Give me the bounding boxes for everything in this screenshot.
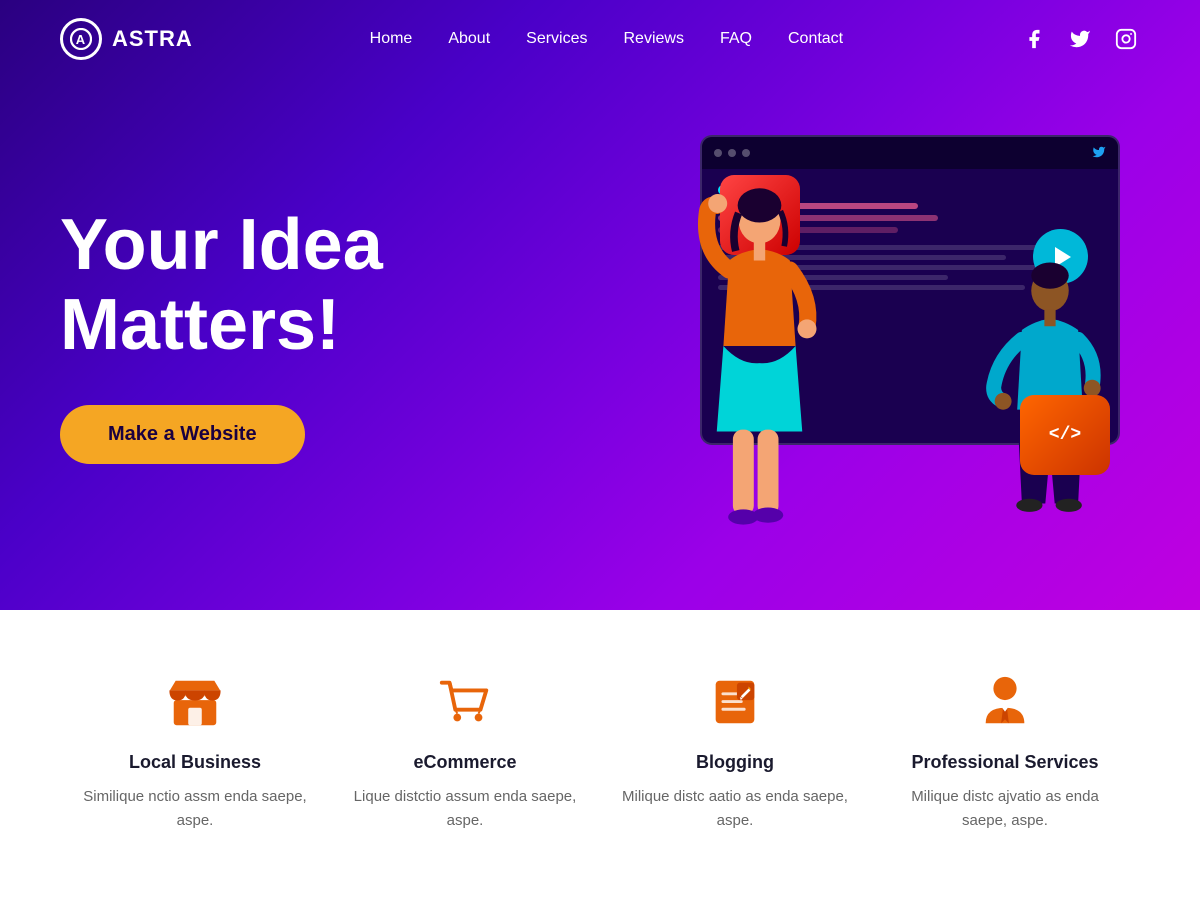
hero-content: Your Idea Matters! Make a Website	[60, 146, 600, 463]
service-desc-blogging: Milique distc aatio as enda saepe, aspe.	[620, 785, 850, 833]
logo-icon: A	[60, 18, 102, 60]
service-title-local: Local Business	[129, 752, 261, 773]
nav-about[interactable]: About	[448, 30, 490, 48]
social-links	[1020, 25, 1140, 53]
service-title-ecommerce: eCommerce	[413, 752, 516, 773]
services-section: Local Business Similique nctio assm enda…	[0, 610, 1200, 903]
service-blogging: Blogging Milique distc aatio as enda sae…	[600, 670, 870, 833]
browser-dot-1	[714, 149, 722, 157]
service-desc-local: Similique nctio assm enda saepe, aspe.	[80, 785, 310, 833]
service-desc-ecommerce: Lique distctio assum enda saepe, aspe.	[350, 785, 580, 833]
nav-home[interactable]: Home	[370, 30, 413, 48]
service-title-professional: Professional Services	[911, 752, 1098, 773]
main-nav: Home About Services Reviews FAQ Contact	[370, 30, 843, 48]
facebook-icon[interactable]	[1020, 25, 1048, 53]
header: A ASTRA Home About Services Reviews FAQ …	[0, 0, 1200, 78]
nav-contact[interactable]: Contact	[788, 30, 843, 48]
logo-text: ASTRA	[112, 26, 193, 52]
service-local-business: Local Business Similique nctio assm enda…	[60, 670, 330, 833]
nav-services[interactable]: Services	[526, 30, 587, 48]
hero-section: Your Idea Matters! Make a Website	[0, 0, 1200, 610]
service-icon-blog	[703, 670, 767, 734]
svg-text:A: A	[76, 32, 86, 47]
code-card-text: </>	[1049, 425, 1081, 445]
nav-faq[interactable]: FAQ	[720, 30, 752, 48]
service-title-blogging: Blogging	[696, 752, 774, 773]
service-professional: Professional Services Milique distc ajva…	[870, 670, 1140, 833]
woman-figure	[650, 175, 850, 555]
service-icon-store	[163, 670, 227, 734]
logo[interactable]: A ASTRA	[60, 18, 193, 60]
instagram-icon[interactable]	[1112, 25, 1140, 53]
nav-reviews[interactable]: Reviews	[624, 30, 684, 48]
twitter-icon[interactable]	[1066, 25, 1094, 53]
twitter-browser-icon	[1092, 145, 1106, 162]
code-card: </>	[1020, 395, 1110, 475]
browser-dot-3	[742, 149, 750, 157]
service-icon-cart	[433, 670, 497, 734]
browser-title-bar	[702, 137, 1118, 169]
service-ecommerce: eCommerce Lique distctio assum enda saep…	[330, 670, 600, 833]
hero-title: Your Idea Matters!	[60, 206, 600, 364]
cta-button[interactable]: Make a Website	[60, 405, 305, 464]
hero-illustration: </>	[600, 55, 1140, 555]
service-icon-person	[973, 670, 1037, 734]
browser-dot-2	[728, 149, 736, 157]
service-desc-professional: Milique distc ajvatio as enda saepe, asp…	[890, 785, 1120, 833]
